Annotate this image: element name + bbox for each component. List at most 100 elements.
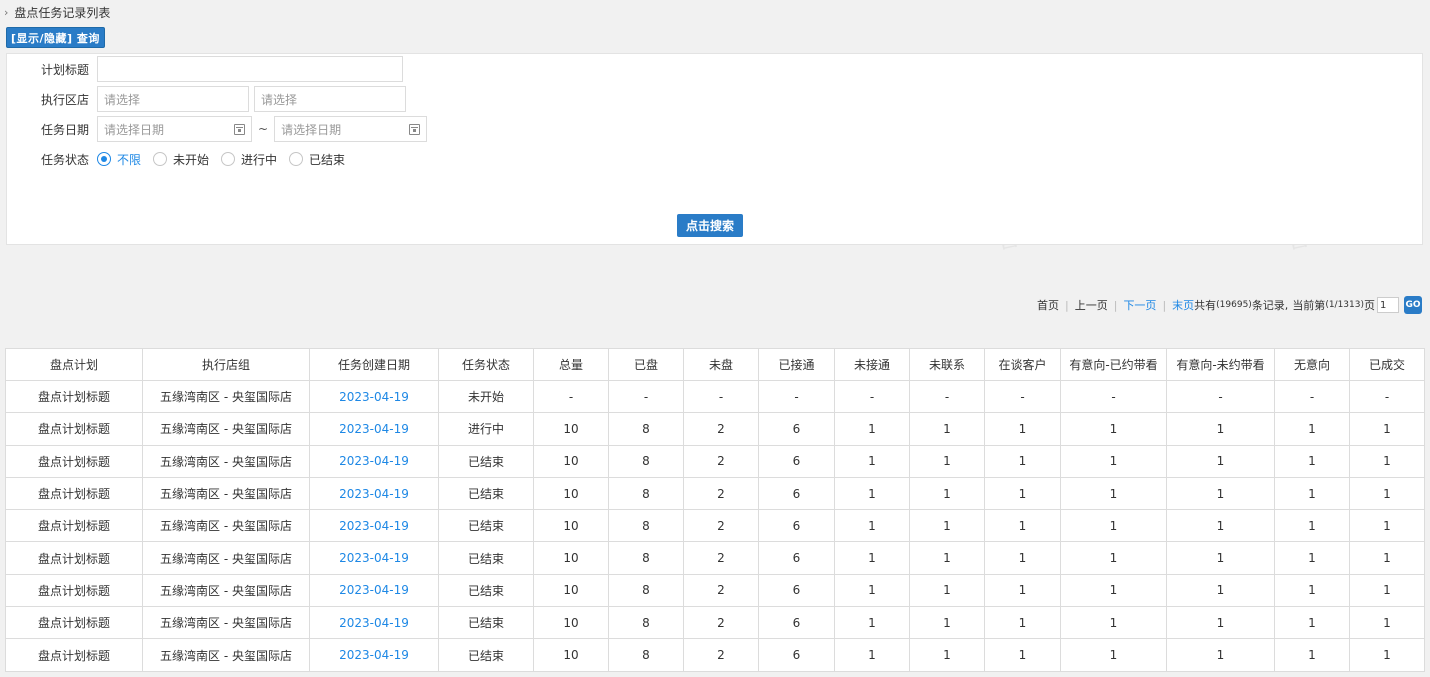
table-cell: 1 [1349,606,1425,640]
table-cell: 1 [1274,573,1350,608]
date-start-input[interactable]: 请选择日期 [97,116,252,142]
table-cell: 10 [533,412,609,446]
pager-current-prefix: 当前第 [1292,299,1326,312]
pager-current-value: (1/1313) [1325,300,1364,310]
area-select-2[interactable]: 请选择 [254,86,406,112]
table-row[interactable]: 盘点计划标题 五缘湾南区 - 央玺国际店 2023-04-19 进行中 10 8 2 6 1 1 1… [5,412,1425,446]
status-radio-not-started[interactable]: 未开始 [153,151,209,168]
table-cell: 1 [1166,573,1275,608]
table-row[interactable]: 盘点计划标题 五缘湾南区 - 央玺国际店 2023-04-19 已结束 10 8 2 6 1 1 1… [5,509,1425,543]
table-row[interactable]: 盘点计划标题 五缘湾南区 - 央玺国际店 2023-04-19 未开始 - - - - - - - -… [5,379,1425,414]
table-cell: 1 [909,573,985,608]
date-link[interactable]: 2023-04-19 [309,379,439,414]
status-radio-all[interactable]: 不限 [97,151,141,168]
status-option-label: 进行中 [241,152,278,167]
table-cell: 8 [608,573,684,608]
status-label: 任务状态 [40,152,89,167]
table-cell: 1 [1274,606,1350,640]
form-row-status: 任务状态 不限 未开始 进行中 已结束 [7,146,345,172]
date-link[interactable]: 2023-04-19 [309,444,439,478]
table-cell: 6 [758,509,835,543]
pager-prev[interactable]: 上一页 [1075,297,1108,313]
date-label: 任务日期 [40,122,89,137]
table-cell: 6 [758,476,835,511]
table-row[interactable]: 盘点计划标题 五缘湾南区 - 央玺国际店 2023-04-19 已结束 10 8 2 6 1 1 1… [5,444,1425,478]
column-header: 任务创建日期 [309,348,439,381]
table-cell: 五缘湾南区 - 央玺国际店 [142,541,310,575]
table-cell: 1 [909,412,985,446]
table-row[interactable]: 盘点计划标题 五缘湾南区 - 央玺国际店 2023-04-19 已结束 10 8 2 6 1 1 1… [5,606,1425,640]
pager-next[interactable]: 下一页 [1123,297,1156,313]
table-cell: 1 [1060,444,1167,478]
status-radio-in-progress[interactable]: 进行中 [221,151,277,168]
pager-total-prefix: 共有 [1194,299,1217,312]
table-cell: 6 [758,412,835,446]
table-cell: 10 [533,476,609,511]
table-cell: 2 [683,541,759,575]
table-cell: 1 [1166,476,1275,511]
column-header: 未接通 [834,348,910,381]
task-table: 盘点计划 执行店组 任务创建日期 任务状态 总量 已盘 未盘 已接通 未接通 未联系 在谈客户 有意向… [5,348,1425,672]
table-row[interactable]: 盘点计划标题 五缘湾南区 - 央玺国际店 2023-04-19 已结束 10 8 2 6 1 1 1… [5,476,1425,511]
table-row[interactable]: 盘点计划标题 五缘湾南区 - 央玺国际店 2023-04-19 已结束 10 8 2 6 1 1 1… [5,541,1425,575]
page-number-input[interactable]: 1 [1377,297,1399,313]
table-cell: 1 [1349,638,1425,672]
table-cell: - [533,379,609,414]
search-button[interactable]: 点击搜索 [677,214,743,237]
table-cell: 五缘湾南区 - 央玺国际店 [142,509,310,543]
pager-divider: | [1162,298,1167,312]
table-cell: 10 [533,638,609,672]
table-cell: - [1274,379,1350,414]
table-cell: 已结束 [438,638,534,672]
table-cell: 1 [1274,476,1350,511]
table-row[interactable]: 盘点计划标题 五缘湾南区 - 央玺国际店 2023-04-19 已结束 10 8 2 6 1 1 1… [5,573,1425,608]
table-cell: 1 [1166,412,1275,446]
column-header: 已成交 [1349,348,1425,381]
date-link[interactable]: 2023-04-19 [309,412,439,446]
column-header: 有意向-已约带看 [1060,348,1167,381]
table-cell: 盘点计划标题 [5,509,143,543]
table-cell: 已结束 [438,476,534,511]
status-option-label: 未开始 [173,152,210,167]
date-link[interactable]: 2023-04-19 [309,638,439,672]
table-cell: 已结束 [438,606,534,640]
table-cell: 10 [533,541,609,575]
status-radio-finished[interactable]: 已结束 [289,151,345,168]
go-button[interactable]: GO [1404,296,1422,314]
toggle-search-button[interactable]: [显示/隐藏] 查询 [6,27,105,48]
pager-first[interactable]: 首页 [1037,297,1059,313]
plan-title-input[interactable] [97,56,403,82]
table-cell: 8 [608,476,684,511]
date-link[interactable]: 2023-04-19 [309,509,439,543]
table-cell: 6 [758,541,835,575]
pager-divider: | [1113,298,1118,312]
calendar-icon[interactable] [234,124,245,135]
table-cell: 1 [1349,573,1425,608]
date-link[interactable]: 2023-04-19 [309,476,439,511]
table-cell: 1 [984,638,1061,672]
table-row[interactable]: 盘点计划标题 五缘湾南区 - 央玺国际店 2023-04-19 已结束 10 8 2 6 1 1 1… [5,638,1425,672]
date-link[interactable]: 2023-04-19 [309,606,439,640]
table-cell: 1 [834,638,910,672]
plan-title-label: 计划标题 [40,62,89,77]
table-cell: - [608,379,684,414]
table-cell: 8 [608,541,684,575]
table-cell: 1 [1060,476,1167,511]
pager-last[interactable]: 末页 [1172,297,1194,313]
table-cell: 1 [984,444,1061,478]
table-cell: 2 [683,444,759,478]
table-cell: 盘点计划标题 [5,638,143,672]
date-link[interactable]: 2023-04-19 [309,541,439,575]
table-cell: 五缘湾南区 - 央玺国际店 [142,573,310,608]
calendar-icon[interactable] [409,124,421,135]
table-cell: 1 [834,444,910,478]
table-cell: - [1349,379,1425,414]
table-cell: 盘点计划标题 [5,541,143,575]
chevron-right-icon: › [4,5,9,19]
table-cell: 五缘湾南区 - 央玺国际店 [142,379,310,414]
table-cell: 1 [1060,638,1167,672]
table-cell: 1 [984,412,1061,446]
date-link[interactable]: 2023-04-19 [309,573,439,608]
date-end-input[interactable]: 请选择日期 [274,116,428,142]
area-select-1[interactable]: 请选择 [97,86,249,112]
